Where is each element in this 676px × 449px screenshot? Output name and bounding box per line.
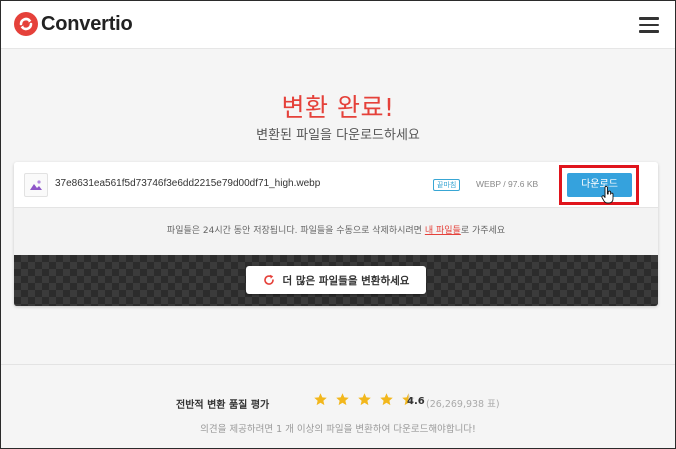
refresh-icon [263, 274, 274, 285]
result-card: 37e8631ea561f5d73746f3e6dd2215e79d00df71… [14, 162, 658, 306]
rating-row: 전반적 변환 품질 평가 4.6 (26,269,938 표) [0, 392, 676, 412]
top-header: Convertio [1, 1, 675, 49]
rating-votes: (26,269,938 표) [426, 399, 500, 410]
status-badge: 끝마침 [433, 179, 461, 191]
storage-note-suffix: 로 가주세요 [460, 226, 506, 236]
hamburger-menu-icon[interactable] [639, 17, 659, 33]
image-file-icon [24, 173, 48, 197]
page-subtitle: 변환된 파일을 다운로드하세요 [256, 128, 420, 143]
page-title: 변환 완료! [281, 93, 395, 122]
star-icon[interactable] [379, 392, 394, 407]
rating-stars[interactable] [313, 392, 418, 410]
my-files-link[interactable]: 내 파일들 [425, 226, 461, 236]
convertio-logo-icon[interactable] [14, 12, 38, 36]
download-button[interactable]: 다운로드 [567, 173, 632, 197]
file-format-size: WEBP / 97.6 KB [476, 179, 539, 189]
file-name: 37e8631ea561f5d73746f3e6dd2215e79d00df71… [55, 178, 321, 189]
star-icon[interactable] [313, 392, 328, 407]
storage-note: 파일들은 24시간 동안 저장됩니다. 파일들을 수동으로 삭제하시려면 내 파… [14, 223, 658, 236]
convert-more-label: 더 많은 파일들을 변환하세요 [282, 274, 410, 287]
rating-note: 의견을 제공하려면 1 개 이상의 파일을 변환하여 다운로드해야합니다! [200, 424, 476, 435]
file-row: 37e8631ea561f5d73746f3e6dd2215e79d00df71… [14, 162, 658, 208]
star-icon[interactable] [335, 392, 350, 407]
convert-more-button[interactable]: 더 많은 파일들을 변환하세요 [246, 266, 426, 294]
rating-score: 4.6 [407, 396, 425, 407]
rating-label: 전반적 변환 품질 평가 [176, 400, 270, 411]
storage-note-text: 파일들은 24시간 동안 저장됩니다. 파일들을 수동으로 삭제하시려면 [166, 226, 425, 236]
hand-pointer-cursor-icon [601, 186, 614, 204]
star-icon[interactable] [357, 392, 372, 407]
section-divider [1, 364, 675, 365]
convert-more-area: 더 많은 파일들을 변환하세요 [14, 255, 658, 306]
brand-name[interactable]: Convertio [41, 13, 133, 36]
